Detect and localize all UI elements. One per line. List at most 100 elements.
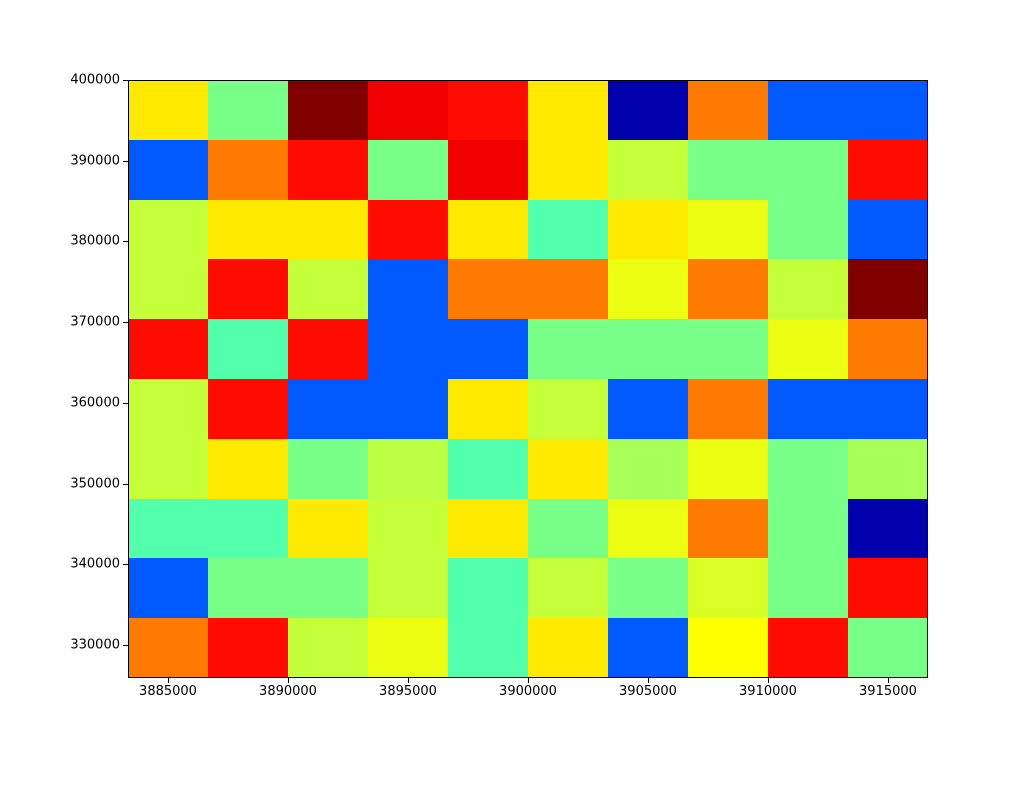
- heatmap-cell: [848, 379, 928, 439]
- heatmap-cell: [128, 499, 208, 559]
- heatmap-cell: [528, 80, 608, 140]
- heatmap-cell: [208, 140, 288, 200]
- heatmap-cell: [208, 379, 288, 439]
- heatmap-cell: [128, 439, 208, 499]
- heatmap-cell: [608, 319, 688, 379]
- heatmap-row: [128, 558, 928, 618]
- heatmap-cell: [688, 259, 768, 319]
- heatmap-cell: [128, 379, 208, 439]
- heatmap-cell: [288, 140, 368, 200]
- heatmap-cell: [848, 80, 928, 140]
- heatmap-cell: [288, 558, 368, 618]
- heatmap-cell: [288, 439, 368, 499]
- x-tick-label: 3915000: [859, 678, 917, 699]
- heatmap-cell: [688, 558, 768, 618]
- heatmap-cells: [128, 80, 928, 678]
- y-tick-label: 340000: [70, 557, 128, 572]
- heatmap-cell: [848, 558, 928, 618]
- heatmap-plot: 3885000389000038950003900000390500039100…: [128, 80, 928, 678]
- heatmap-cell: [208, 618, 288, 678]
- heatmap-cell: [528, 439, 608, 499]
- heatmap-row: [128, 200, 928, 260]
- heatmap-cell: [608, 439, 688, 499]
- y-tick-label: 360000: [70, 395, 128, 410]
- heatmap-cell: [768, 379, 848, 439]
- heatmap-cell: [368, 558, 448, 618]
- heatmap-cell: [528, 259, 608, 319]
- heatmap-cell: [128, 319, 208, 379]
- heatmap-cell: [368, 80, 448, 140]
- heatmap-cell: [208, 319, 288, 379]
- heatmap-cell: [688, 200, 768, 260]
- heatmap-cell: [688, 80, 768, 140]
- x-tick-label: 3910000: [739, 678, 797, 699]
- heatmap-row: [128, 499, 928, 559]
- heatmap-cell: [608, 80, 688, 140]
- heatmap-cell: [768, 80, 848, 140]
- heatmap-cell: [448, 259, 528, 319]
- heatmap-cell: [128, 558, 208, 618]
- y-tick-label: 370000: [70, 315, 128, 330]
- heatmap-cell: [688, 379, 768, 439]
- heatmap-row: [128, 140, 928, 200]
- heatmap-cell: [368, 499, 448, 559]
- heatmap-cell: [208, 80, 288, 140]
- heatmap-cell: [528, 618, 608, 678]
- y-tick-label: 380000: [70, 234, 128, 249]
- heatmap-cell: [768, 439, 848, 499]
- heatmap-cell: [528, 140, 608, 200]
- heatmap-cell: [608, 618, 688, 678]
- heatmap-row: [128, 618, 928, 678]
- heatmap-cell: [368, 259, 448, 319]
- heatmap-cell: [448, 379, 528, 439]
- x-tick-label: 3895000: [379, 678, 437, 699]
- heatmap-cell: [448, 618, 528, 678]
- heatmap-cell: [768, 499, 848, 559]
- heatmap-row: [128, 319, 928, 379]
- heatmap-cell: [128, 259, 208, 319]
- heatmap-row: [128, 439, 928, 499]
- heatmap-cell: [208, 499, 288, 559]
- heatmap-cell: [608, 499, 688, 559]
- y-tick-label: 400000: [70, 73, 128, 88]
- heatmap-cell: [448, 200, 528, 260]
- heatmap-cell: [208, 558, 288, 618]
- heatmap-cell: [288, 499, 368, 559]
- heatmap-cell: [688, 319, 768, 379]
- x-tick-label: 3900000: [499, 678, 557, 699]
- heatmap-cell: [768, 200, 848, 260]
- heatmap-cell: [208, 439, 288, 499]
- y-tick-label: 350000: [70, 476, 128, 491]
- heatmap-cell: [448, 319, 528, 379]
- heatmap-cell: [288, 319, 368, 379]
- heatmap-cell: [848, 319, 928, 379]
- y-tick-label: 390000: [70, 153, 128, 168]
- heatmap-cell: [288, 259, 368, 319]
- heatmap-cell: [368, 140, 448, 200]
- heatmap-cell: [128, 140, 208, 200]
- heatmap-row: [128, 259, 928, 319]
- heatmap-cell: [368, 439, 448, 499]
- heatmap-cell: [688, 439, 768, 499]
- heatmap-cell: [368, 200, 448, 260]
- x-tick-label: 3905000: [619, 678, 677, 699]
- heatmap-cell: [528, 499, 608, 559]
- heatmap-cell: [848, 618, 928, 678]
- heatmap-cell: [128, 80, 208, 140]
- heatmap-cell: [768, 140, 848, 200]
- heatmap-cell: [448, 439, 528, 499]
- heatmap-cell: [848, 200, 928, 260]
- heatmap-cell: [688, 618, 768, 678]
- heatmap-cell: [368, 319, 448, 379]
- heatmap-cell: [848, 499, 928, 559]
- heatmap-cell: [288, 80, 368, 140]
- heatmap-cell: [608, 558, 688, 618]
- heatmap-cell: [448, 140, 528, 200]
- heatmap-cell: [768, 319, 848, 379]
- heatmap-cell: [528, 558, 608, 618]
- heatmap-cell: [768, 259, 848, 319]
- heatmap-cell: [848, 439, 928, 499]
- x-tick-label: 3890000: [259, 678, 317, 699]
- heatmap-cell: [528, 200, 608, 260]
- figure: 3885000389000038950003900000390500039100…: [0, 0, 1028, 798]
